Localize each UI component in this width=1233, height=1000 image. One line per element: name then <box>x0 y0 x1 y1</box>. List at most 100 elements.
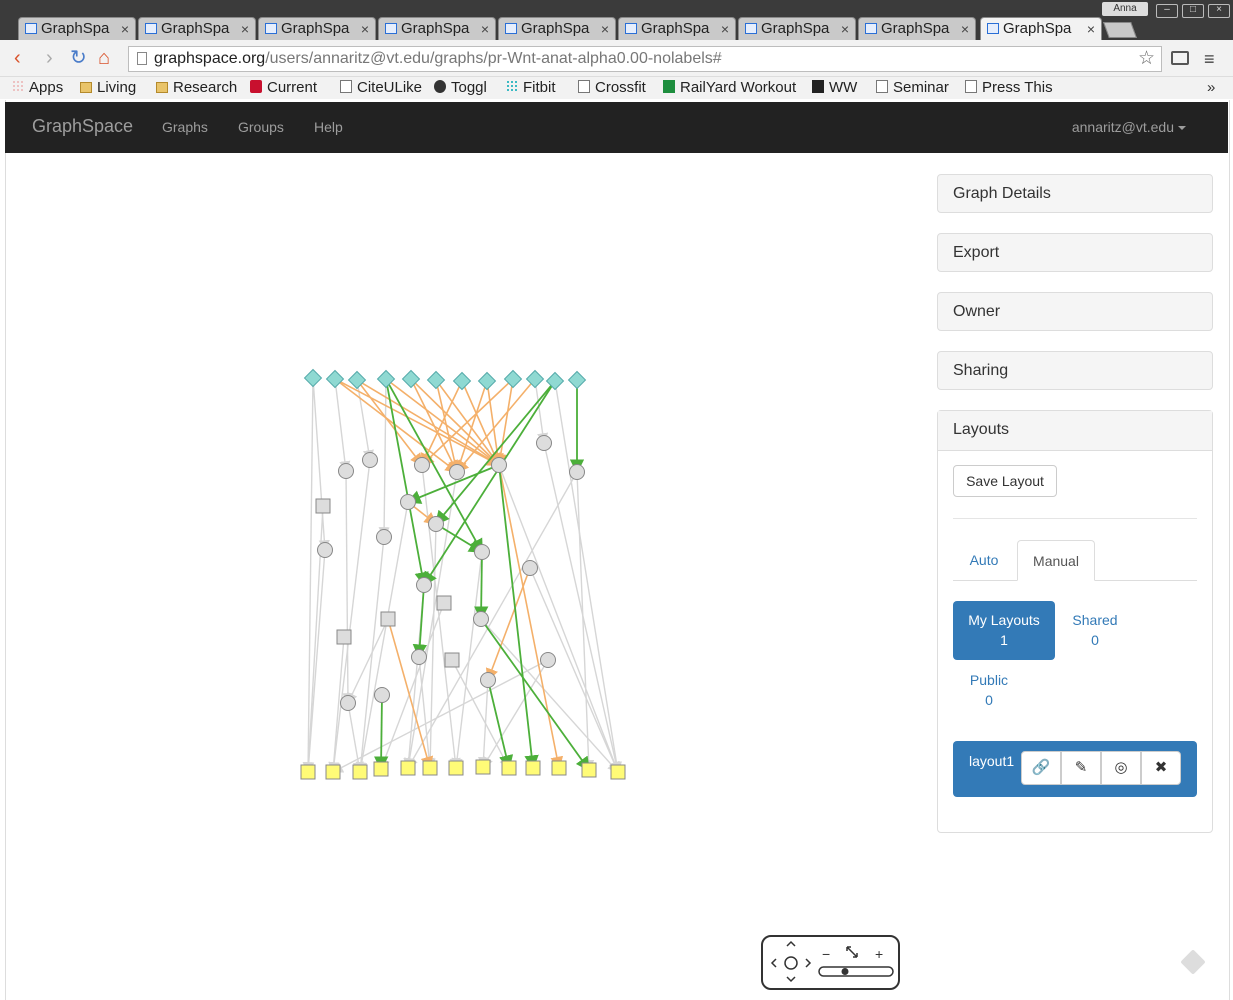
intermediate-square-node[interactable] <box>315 498 331 514</box>
new-tab-button[interactable] <box>1103 22 1137 38</box>
graph-edge[interactable] <box>378 378 390 539</box>
panel-owner[interactable]: Owner <box>937 292 1213 331</box>
target-node[interactable] <box>400 760 416 776</box>
pill-my-layouts[interactable]: My Layouts 1 <box>953 601 1055 660</box>
target-node[interactable] <box>373 761 389 777</box>
target-node[interactable] <box>475 759 491 775</box>
profile-button[interactable]: Anna <box>1102 2 1148 16</box>
link-icon[interactable]: 🔗 <box>1021 751 1061 785</box>
graph-edge[interactable] <box>473 551 489 621</box>
layout-name[interactable]: layout1 <box>969 753 1014 769</box>
panel-sharing[interactable]: Sharing <box>937 351 1213 390</box>
panel-graph-details[interactable]: Graph Details <box>937 174 1213 213</box>
intermediate-node[interactable] <box>400 494 416 510</box>
graph-edge[interactable] <box>494 378 514 467</box>
target-node[interactable] <box>352 764 368 780</box>
pencil-icon[interactable]: ✎ <box>1061 751 1101 785</box>
graph-edge[interactable] <box>312 377 330 552</box>
save-layout-button[interactable]: Save Layout <box>953 465 1057 497</box>
source-node[interactable] <box>347 370 367 390</box>
graph-edge[interactable] <box>480 618 591 772</box>
graph-edge[interactable] <box>410 378 501 467</box>
intermediate-node[interactable] <box>317 542 333 558</box>
source-node[interactable] <box>376 369 396 389</box>
layout-list-item[interactable]: layout1 🔗 ✎ ◎ ✖ <box>953 741 1197 797</box>
source-node[interactable] <box>426 370 446 390</box>
zoom-out-icon[interactable]: − <box>822 946 830 962</box>
intermediate-node[interactable] <box>338 463 354 479</box>
intermediate-square-node[interactable] <box>336 629 352 645</box>
intermediate-node[interactable] <box>411 649 427 665</box>
tab-manual[interactable]: Manual <box>1017 540 1095 581</box>
intermediate-node[interactable] <box>536 435 552 451</box>
graph-edge[interactable] <box>373 694 389 771</box>
zoom-slider[interactable] <box>818 966 894 977</box>
intermediate-node[interactable] <box>449 464 465 480</box>
chrome-menu-icon[interactable]: ≡ <box>1204 49 1215 70</box>
source-node[interactable] <box>452 371 472 391</box>
intermediate-square-node[interactable] <box>380 611 396 627</box>
graph-edge[interactable] <box>412 584 428 659</box>
graph-edge[interactable] <box>485 567 531 682</box>
cast-icon[interactable] <box>1171 51 1189 65</box>
source-node[interactable] <box>567 370 587 390</box>
graph-edge[interactable] <box>356 379 423 467</box>
minimize-icon[interactable]: – <box>1156 4 1178 18</box>
delete-icon[interactable]: ✖ <box>1141 751 1181 785</box>
intermediate-node[interactable] <box>416 577 432 593</box>
panel-layouts-header[interactable]: Layouts <box>938 411 1212 451</box>
bookmark-star-icon[interactable]: ☆ <box>1138 47 1155 71</box>
intermediate-node[interactable] <box>480 672 496 688</box>
fit-icon[interactable] <box>846 946 858 958</box>
intermediate-node[interactable] <box>540 652 556 668</box>
zoom-slider-handle[interactable] <box>841 968 849 975</box>
graph-edge[interactable] <box>434 380 556 526</box>
pan-control[interactable] <box>770 940 812 983</box>
intermediate-square-node[interactable] <box>444 652 460 668</box>
bookmark-item[interactable]: Press This <box>965 79 1053 96</box>
target-node[interactable] <box>448 760 464 776</box>
target-node[interactable] <box>501 760 517 776</box>
graph-edge[interactable] <box>529 567 620 774</box>
close-tab-icon[interactable]: × <box>961 18 969 40</box>
graph-edge[interactable] <box>387 618 434 770</box>
maximize-icon[interactable]: □ <box>1182 4 1204 18</box>
intermediate-node[interactable] <box>491 457 507 473</box>
intermediate-square-node[interactable] <box>436 595 452 611</box>
graph-edge[interactable] <box>576 471 595 772</box>
target-node[interactable] <box>610 764 626 780</box>
intermediate-node[interactable] <box>428 516 444 532</box>
close-tab-icon[interactable]: × <box>1087 18 1095 40</box>
target-node[interactable] <box>551 760 567 776</box>
graph-edge[interactable] <box>385 378 429 587</box>
target-node[interactable] <box>325 764 341 780</box>
intermediate-node[interactable] <box>473 611 489 627</box>
graph-edge[interactable] <box>342 470 354 705</box>
graph-canvas[interactable] <box>0 0 930 1000</box>
tab-auto[interactable]: Auto <box>953 540 1015 581</box>
browser-tab[interactable]: GraphSpa × <box>980 17 1102 41</box>
intermediate-node[interactable] <box>362 452 378 468</box>
graph-edge[interactable] <box>498 464 564 770</box>
graph-edge[interactable] <box>385 378 501 466</box>
source-node[interactable] <box>325 369 345 389</box>
graph-edge[interactable] <box>334 378 351 473</box>
zoom-in-icon[interactable]: + <box>875 946 883 962</box>
pill-public[interactable]: Public 0 <box>953 661 1025 720</box>
bookmarks-overflow-icon[interactable]: » <box>1207 79 1215 96</box>
source-node[interactable] <box>477 371 497 391</box>
pill-shared[interactable]: Shared 0 <box>1055 601 1135 660</box>
close-window-icon[interactable]: × <box>1208 4 1230 18</box>
target-node[interactable] <box>581 762 597 778</box>
target-node[interactable] <box>300 764 316 780</box>
intermediate-node[interactable] <box>474 544 490 560</box>
intermediate-node[interactable] <box>522 560 538 576</box>
user-menu[interactable]: annaritz@vt.edu <box>1072 119 1186 135</box>
source-node[interactable] <box>303 368 323 388</box>
intermediate-node[interactable] <box>340 695 356 711</box>
eye-slash-icon[interactable]: ◎ <box>1101 751 1141 785</box>
intermediate-node[interactable] <box>376 529 392 545</box>
target-node[interactable] <box>525 760 541 776</box>
panel-export[interactable]: Export <box>937 233 1213 272</box>
target-node[interactable] <box>422 760 438 776</box>
